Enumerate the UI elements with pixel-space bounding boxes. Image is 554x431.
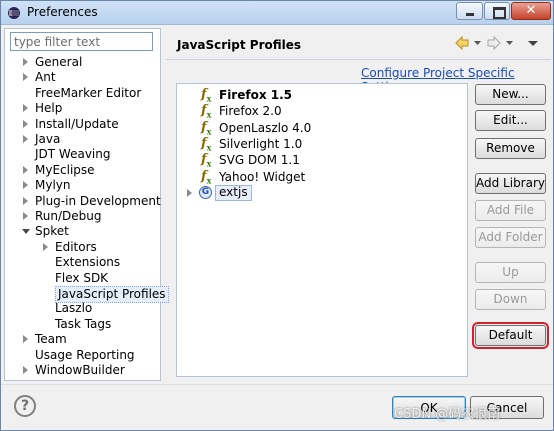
minimize-button[interactable]: [456, 2, 483, 20]
profile-label: SVG DOM 1.1: [219, 153, 300, 168]
collapsed-arrow-icon[interactable]: [21, 366, 30, 375]
profile-label: Firefox 2.0: [219, 104, 282, 119]
tree-item-label: Laszlo: [55, 301, 93, 316]
down-button[interactable]: Down: [475, 289, 546, 310]
tree-item-label: Mylyn: [35, 178, 71, 193]
eclipse-app-icon: [8, 7, 20, 19]
header-separator: [166, 59, 551, 60]
tree-item-label: Editors: [55, 239, 97, 254]
collapsed-arrow-icon[interactable]: [21, 212, 30, 221]
tree-item-label: MyEclipse: [35, 162, 95, 177]
close-icon: ✕: [525, 3, 537, 18]
filter-input[interactable]: [10, 32, 153, 51]
tree-item-label: Ant: [35, 70, 56, 85]
profile-label: OpenLaszlo 4.0: [219, 120, 312, 135]
library-label: extjs: [215, 184, 252, 201]
function-profile-icon: fx: [201, 135, 212, 153]
function-profile-icon: fx: [201, 152, 212, 169]
expanded-arrow-icon[interactable]: [21, 227, 30, 236]
preference-tree-panel: GeneralAntFreeMarker EditorHelpInstall/U…: [4, 28, 169, 381]
preferences-window: Preferences ✕ GeneralAntFreeMarker Edito…: [0, 0, 554, 431]
collapsed-arrow-icon[interactable]: [21, 58, 30, 67]
tree-item-label: Help: [35, 101, 63, 116]
new-button[interactable]: New...: [475, 84, 546, 105]
title-bar[interactable]: Preferences ✕: [1, 1, 553, 25]
forward-arrow-icon[interactable]: [486, 34, 502, 52]
up-button[interactable]: Up: [475, 262, 546, 283]
tree-item-label: Plug-in Development: [35, 193, 161, 208]
collapsed-arrow-icon[interactable]: [21, 335, 30, 344]
default-button[interactable]: Default: [472, 322, 549, 349]
profile-label: Silverlight 1.0: [219, 136, 303, 151]
view-menu-icon[interactable]: [526, 34, 540, 52]
remove-button[interactable]: Remove: [475, 138, 546, 159]
tree-item-label: Run/Debug: [35, 209, 102, 223]
watermark-text: CSDN @码农很南: [394, 407, 501, 422]
tree-item-label: General: [35, 55, 83, 69]
forward-dropdown-icon[interactable]: [505, 34, 514, 52]
edit-button[interactable]: Edit...: [475, 110, 546, 131]
function-profile-icon: fx: [201, 103, 212, 120]
tree-item-label: Java: [35, 132, 61, 146]
library-icon: G: [199, 185, 212, 199]
profile-label: Firefox 1.5: [219, 88, 293, 102]
window-title: Preferences: [27, 5, 98, 19]
profile-label: Yahoo! Widget: [219, 169, 306, 184]
page-title: JavaScript Profiles: [177, 38, 302, 52]
tree-item-label: JDT Weaving: [35, 147, 111, 162]
add-folder-button[interactable]: Add Folder: [475, 227, 546, 248]
collapsed-arrow-icon[interactable]: [21, 135, 30, 144]
tree-item-label: Install/Update: [35, 116, 119, 131]
collapsed-arrow-icon[interactable]: [21, 104, 30, 113]
tree-item-label: Flex SDK: [55, 270, 109, 285]
function-profile-icon: fx: [201, 168, 212, 186]
add-library-button[interactable]: Add Library: [475, 173, 546, 194]
tree-item-label: FreeMarker Editor: [35, 85, 142, 100]
back-dropdown-icon[interactable]: [473, 34, 482, 52]
tree-item-label: Team: [35, 332, 67, 347]
collapsed-arrow-icon[interactable]: [21, 73, 30, 82]
collapsed-arrow-icon[interactable]: [21, 196, 30, 206]
collapsed-arrow-icon[interactable]: [41, 242, 50, 252]
collapsed-arrow-icon[interactable]: [21, 119, 30, 129]
add-file-button[interactable]: Add File: [475, 200, 546, 221]
collapsed-arrow-icon[interactable]: [187, 188, 192, 197]
function-profile-icon: fx: [201, 87, 212, 104]
navigation-toolbar: [454, 34, 549, 52]
back-arrow-icon[interactable]: [454, 34, 470, 52]
tree-item-label: WindowBuilder: [35, 363, 125, 377]
profiles-list[interactable]: fx Firefox 1.5 fx Firefox 2.0 fx OpenLaszlo 4…: [176, 83, 468, 377]
tree-item-label: Task Tags: [55, 316, 112, 331]
tree-item-label: Extensions: [55, 255, 121, 270]
tree-item-label: Spket: [35, 224, 69, 239]
collapsed-arrow-icon[interactable]: [21, 181, 30, 190]
collapsed-arrow-icon[interactable]: [21, 165, 30, 175]
function-profile-icon: fx: [201, 119, 212, 137]
help-icon[interactable]: ?: [14, 395, 36, 417]
footer-separator: [1, 384, 553, 385]
maximize-button[interactable]: [484, 2, 510, 20]
tree-item-label: Usage Reporting: [35, 347, 135, 362]
close-button[interactable]: ✕: [511, 2, 551, 20]
